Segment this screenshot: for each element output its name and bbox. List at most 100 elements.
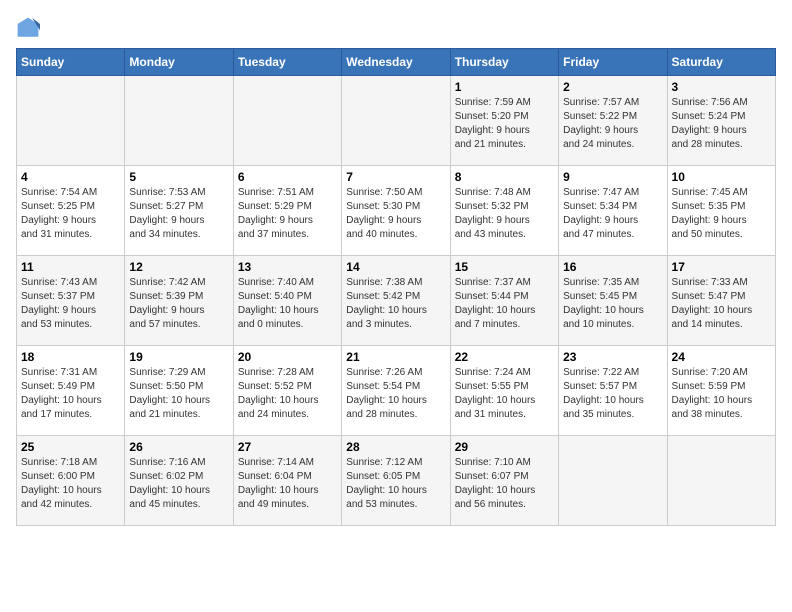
day-detail: Sunrise: 7:56 AM Sunset: 5:24 PM Dayligh… [672,96,771,152]
day-detail: Sunrise: 7:26 AM Sunset: 5:54 PM Dayligh… [346,366,445,422]
day-number: 17 [672,260,771,274]
day-detail: Sunrise: 7:10 AM Sunset: 6:07 PM Dayligh… [455,456,554,512]
day-detail: Sunrise: 7:14 AM Sunset: 6:04 PM Dayligh… [238,456,337,512]
calendar-week-5: 25 Sunrise: 7:18 AM Sunset: 6:00 PM Dayli… [17,436,776,526]
calendar-week-1: 1Sunrise: 7:59 AM Sunset: 5:20 PM Daylig… [17,76,776,166]
calendar-week-3: 11 Sunrise: 7:43 AM Sunset: 5:37 PM Dayli… [17,256,776,346]
day-number: 23 [563,350,662,364]
header-day-tuesday: Tuesday [233,49,341,76]
day-number: 28 [346,440,445,454]
day-detail: Sunrise: 7:31 AM Sunset: 5:49 PM Dayligh… [21,366,120,422]
day-detail: Sunrise: 7:42 AM Sunset: 5:39 PM Dayligh… [129,276,228,332]
calendar-cell: 22 Sunrise: 7:24 AM Sunset: 5:55 PM Dayli… [450,346,558,436]
calendar-week-2: 4Sunrise: 7:54 AM Sunset: 5:25 PM Daylig… [17,166,776,256]
calendar-cell [233,76,341,166]
day-number: 7 [346,170,445,184]
day-detail: Sunrise: 7:47 AM Sunset: 5:34 PM Dayligh… [563,186,662,242]
day-detail: Sunrise: 7:18 AM Sunset: 6:00 PM Dayligh… [21,456,120,512]
calendar-cell: 12 Sunrise: 7:42 AM Sunset: 5:39 PM Dayli… [125,256,233,346]
header-day-saturday: Saturday [667,49,775,76]
day-number: 21 [346,350,445,364]
day-number: 12 [129,260,228,274]
day-detail: Sunrise: 7:35 AM Sunset: 5:45 PM Dayligh… [563,276,662,332]
day-number: 29 [455,440,554,454]
day-number: 4 [21,170,120,184]
calendar-cell: 21 Sunrise: 7:26 AM Sunset: 5:54 PM Dayli… [342,346,450,436]
day-number: 15 [455,260,554,274]
day-detail: Sunrise: 7:29 AM Sunset: 5:50 PM Dayligh… [129,366,228,422]
day-detail: Sunrise: 7:16 AM Sunset: 6:02 PM Dayligh… [129,456,228,512]
day-detail: Sunrise: 7:48 AM Sunset: 5:32 PM Dayligh… [455,186,554,242]
day-number: 14 [346,260,445,274]
header-day-monday: Monday [125,49,233,76]
calendar-cell [125,76,233,166]
calendar-cell: 10 Sunrise: 7:45 AM Sunset: 5:35 PM Dayli… [667,166,775,256]
calendar-cell [17,76,125,166]
day-number: 8 [455,170,554,184]
day-number: 5 [129,170,228,184]
day-number: 11 [21,260,120,274]
day-number: 1 [455,80,554,94]
calendar-cell: 23 Sunrise: 7:22 AM Sunset: 5:57 PM Dayli… [559,346,667,436]
day-number: 10 [672,170,771,184]
day-detail: Sunrise: 7:20 AM Sunset: 5:59 PM Dayligh… [672,366,771,422]
header-day-sunday: Sunday [17,49,125,76]
calendar-cell: 11 Sunrise: 7:43 AM Sunset: 5:37 PM Dayli… [17,256,125,346]
calendar-body: 1Sunrise: 7:59 AM Sunset: 5:20 PM Daylig… [17,76,776,526]
calendar-cell: 19Sunrise: 7:29 AM Sunset: 5:50 PM Dayli… [125,346,233,436]
day-detail: Sunrise: 7:57 AM Sunset: 5:22 PM Dayligh… [563,96,662,152]
calendar-cell: 25 Sunrise: 7:18 AM Sunset: 6:00 PM Dayli… [17,436,125,526]
calendar-table: SundayMondayTuesdayWednesdayThursdayFrid… [16,48,776,526]
day-number: 24 [672,350,771,364]
day-number: 25 [21,440,120,454]
header-day-friday: Friday [559,49,667,76]
day-number: 6 [238,170,337,184]
day-detail: Sunrise: 7:38 AM Sunset: 5:42 PM Dayligh… [346,276,445,332]
header-day-thursday: Thursday [450,49,558,76]
page-header [16,16,776,40]
header-row: SundayMondayTuesdayWednesdayThursdayFrid… [17,49,776,76]
day-number: 26 [129,440,228,454]
calendar-cell: 1Sunrise: 7:59 AM Sunset: 5:20 PM Daylig… [450,76,558,166]
calendar-cell: 3Sunrise: 7:56 AM Sunset: 5:24 PM Daylig… [667,76,775,166]
calendar-cell: 14 Sunrise: 7:38 AM Sunset: 5:42 PM Dayli… [342,256,450,346]
calendar-cell: 9 Sunrise: 7:47 AM Sunset: 5:34 PM Daylig… [559,166,667,256]
day-number: 2 [563,80,662,94]
day-number: 13 [238,260,337,274]
calendar-cell: 24 Sunrise: 7:20 AM Sunset: 5:59 PM Dayli… [667,346,775,436]
logo [16,16,44,40]
day-number: 22 [455,350,554,364]
day-number: 9 [563,170,662,184]
day-detail: Sunrise: 7:12 AM Sunset: 6:05 PM Dayligh… [346,456,445,512]
day-detail: Sunrise: 7:24 AM Sunset: 5:55 PM Dayligh… [455,366,554,422]
day-detail: Sunrise: 7:37 AM Sunset: 5:44 PM Dayligh… [455,276,554,332]
calendar-cell: 28 Sunrise: 7:12 AM Sunset: 6:05 PM Dayli… [342,436,450,526]
calendar-cell [667,436,775,526]
calendar-cell: 27 Sunrise: 7:14 AM Sunset: 6:04 PM Dayli… [233,436,341,526]
calendar-cell: 17 Sunrise: 7:33 AM Sunset: 5:47 PM Dayli… [667,256,775,346]
calendar-cell: 7 Sunrise: 7:50 AM Sunset: 5:30 PM Daylig… [342,166,450,256]
calendar-cell: 16 Sunrise: 7:35 AM Sunset: 5:45 PM Dayli… [559,256,667,346]
day-detail: Sunrise: 7:33 AM Sunset: 5:47 PM Dayligh… [672,276,771,332]
calendar-cell: 15 Sunrise: 7:37 AM Sunset: 5:44 PM Dayli… [450,256,558,346]
day-detail: Sunrise: 7:43 AM Sunset: 5:37 PM Dayligh… [21,276,120,332]
day-detail: Sunrise: 7:50 AM Sunset: 5:30 PM Dayligh… [346,186,445,242]
calendar-cell: 18 Sunrise: 7:31 AM Sunset: 5:49 PM Dayli… [17,346,125,436]
calendar-week-4: 18 Sunrise: 7:31 AM Sunset: 5:49 PM Dayli… [17,346,776,436]
day-detail: Sunrise: 7:22 AM Sunset: 5:57 PM Dayligh… [563,366,662,422]
day-number: 27 [238,440,337,454]
day-number: 16 [563,260,662,274]
day-number: 18 [21,350,120,364]
day-detail: Sunrise: 7:28 AM Sunset: 5:52 PM Dayligh… [238,366,337,422]
calendar-cell: 8 Sunrise: 7:48 AM Sunset: 5:32 PM Daylig… [450,166,558,256]
calendar-cell: 26 Sunrise: 7:16 AM Sunset: 6:02 PM Dayli… [125,436,233,526]
logo-icon [16,16,40,40]
calendar-cell [342,76,450,166]
header-day-wednesday: Wednesday [342,49,450,76]
calendar-cell: 4Sunrise: 7:54 AM Sunset: 5:25 PM Daylig… [17,166,125,256]
calendar-header: SundayMondayTuesdayWednesdayThursdayFrid… [17,49,776,76]
calendar-cell: 29 Sunrise: 7:10 AM Sunset: 6:07 PM Dayli… [450,436,558,526]
day-detail: Sunrise: 7:45 AM Sunset: 5:35 PM Dayligh… [672,186,771,242]
calendar-cell: 5Sunrise: 7:53 AM Sunset: 5:27 PM Daylig… [125,166,233,256]
calendar-cell: 13Sunrise: 7:40 AM Sunset: 5:40 PM Dayli… [233,256,341,346]
